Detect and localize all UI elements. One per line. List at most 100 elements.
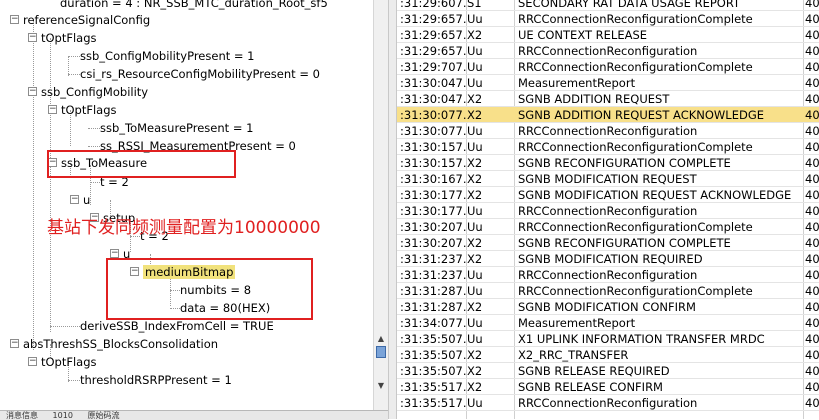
message-extra: 40: [805, 124, 819, 138]
tree-node[interactable]: − tOptFlags: [48, 102, 117, 118]
tree-node[interactable]: ssb_ConfigMobilityPresent = 1: [80, 48, 255, 64]
message-row[interactable]: :31:30:177...X2 SGNB MODIFICATION REQUEST…: [397, 187, 819, 203]
tree-node[interactable]: − tOptFlags: [28, 354, 97, 370]
collapse-toggle-icon[interactable]: −: [48, 105, 57, 114]
message-time: :31:31:237...: [400, 252, 466, 266]
message-time: :31:30:157...: [400, 156, 466, 170]
message-extra: 40: [805, 156, 819, 170]
message-row[interactable]: :31:35:517...X2 SGNB RELEASE CONFIRM 40: [397, 379, 819, 395]
tree-connector-line: [50, 92, 51, 332]
message-name: MeasurementReport: [518, 316, 636, 330]
tree-vertical-scrollbar[interactable]: ▲ ▼: [373, 0, 388, 410]
tree-node-label: ssb_ConfigMobility: [41, 85, 149, 99]
message-row[interactable]: :31:29:607...S1 SECONDARY RAT DATA USAGE …: [397, 0, 819, 11]
message-time: :31:30:047...: [400, 92, 466, 106]
collapse-toggle-icon[interactable]: −: [110, 249, 119, 258]
message-channel: S1: [467, 0, 482, 10]
message-channel: Uu: [467, 76, 483, 90]
collapse-toggle-icon[interactable]: −: [10, 15, 19, 24]
message-row[interactable]: :31:30:167...X2 SGNB MODIFICATION REQUEST…: [397, 171, 819, 187]
message-extra: 40: [805, 44, 819, 58]
collapse-toggle-icon[interactable]: −: [70, 195, 79, 204]
message-name: SECONDARY RAT DATA USAGE REPORT: [518, 0, 741, 10]
tree-node[interactable]: duration = 4 : NR_SSB_MTC_duration_Root_…: [60, 0, 328, 11]
message-row[interactable]: :31:31:237...X2 SGNB MODIFICATION REQUIRE…: [397, 251, 819, 267]
message-name: RRCConnectionReconfiguration: [518, 396, 698, 410]
message-channel: X2: [467, 172, 483, 186]
tree-node[interactable]: − u: [70, 192, 90, 208]
message-name: RRCConnectionReconfiguration: [518, 204, 698, 218]
message-name: SGNB ADDITION REQUEST ACKNOWLEDGE: [518, 108, 764, 122]
collapse-toggle-icon[interactable]: −: [28, 357, 37, 366]
message-row[interactable]: :31:35:507...X2 SGNB RELEASE REQUIRED 40: [397, 363, 819, 379]
message-time: :31:30:207...: [400, 236, 466, 250]
message-row[interactable]: :31:30:077...Uu RRCConnectionReconfigurat…: [397, 123, 819, 139]
message-extra: 40: [805, 220, 819, 234]
message-channel: Uu: [467, 284, 483, 298]
message-row[interactable]: :31:29:707...Uu RRCConnectionReconfigurat…: [397, 59, 819, 75]
message-row[interactable]: :31:31:287...Uu RRCConnectionReconfigurat…: [397, 283, 819, 299]
message-row[interactable]: :31:35:517...Uu RRCConnectionReconfigurat…: [397, 395, 819, 411]
tree-node[interactable]: − absThreshSS_BlocksConsolidation: [10, 336, 218, 352]
message-row[interactable]: :31:31:237...Uu RRCConnectionReconfigurat…: [397, 267, 819, 283]
tree-node[interactable]: − ssb_ConfigMobility: [28, 84, 148, 100]
tree-node[interactable]: − referenceSignalConfig: [10, 12, 150, 28]
message-channel: X2: [467, 348, 483, 362]
tree-node[interactable]: − tOptFlags: [28, 30, 97, 46]
scroll-down-arrow-icon[interactable]: ▼: [375, 380, 387, 392]
message-channel: X2: [467, 300, 483, 314]
message-time: :31:35:517...: [400, 396, 466, 410]
tree-node[interactable]: deriveSSB_IndexFromCell = TRUE: [80, 318, 274, 334]
collapse-toggle-icon[interactable]: −: [28, 33, 37, 42]
message-row[interactable]: :31:34:077...Uu MeasurementReport 40: [397, 315, 819, 331]
message-row[interactable]: :31:29:657...Uu RRCConnectionReconfigurat…: [397, 43, 819, 59]
panel-splitter[interactable]: [388, 0, 397, 419]
message-extra: 40: [805, 316, 819, 330]
highlight-box-medium-bitmap: [106, 258, 313, 320]
message-channel: X2: [467, 92, 483, 106]
message-name: SGNB MODIFICATION CONFIRM: [518, 300, 696, 314]
tree-node[interactable]: thresholdRSRPPresent = 1: [80, 372, 232, 388]
scroll-up-arrow-icon[interactable]: ▲: [375, 333, 387, 345]
message-time: :31:30:077...: [400, 108, 466, 122]
message-time: :31:30:077...: [400, 124, 466, 138]
message-time: :31:35:517...: [400, 380, 466, 394]
message-time: :31:30:167...: [400, 172, 466, 186]
scroll-thumb[interactable]: [376, 346, 386, 358]
message-row[interactable]: :31:30:157...Uu RRCConnectionReconfigurat…: [397, 139, 819, 155]
message-name: RRCConnectionReconfiguration: [518, 124, 698, 138]
message-row[interactable]: :31:29:657...Uu RRCConnectionReconfigurat…: [397, 11, 819, 27]
tree-connector-line: [88, 128, 100, 129]
message-name: RRCConnectionReconfigurationComplete: [518, 220, 753, 234]
message-name: RRCConnectionReconfigurationComplete: [518, 60, 753, 74]
message-time: :31:35:507...: [400, 348, 466, 362]
tree-node[interactable]: csi_rs_ResourceConfigMobilityPresent = 0: [80, 66, 320, 82]
message-row[interactable]: :31:30:207...X2 SGNB RECONFIGURATION COMP…: [397, 235, 819, 251]
tree-node[interactable]: ssb_ToMeasurePresent = 1: [100, 120, 253, 136]
message-row[interactable]: :31:31:287...X2 SGNB MODIFICATION CONFIRM…: [397, 299, 819, 315]
message-row[interactable]: :31:35:507...Uu X1 UPLINK INFORMATION TRA…: [397, 331, 819, 347]
message-row[interactable]: :31:35:507...X2 X2_RRC_TRANSFER 40: [397, 347, 819, 363]
message-row[interactable]: :31:30:177...Uu RRCConnectionReconfigurat…: [397, 203, 819, 219]
message-name: SGNB MODIFICATION REQUEST: [518, 172, 697, 186]
message-row[interactable]: :31:30:047...X2 SGNB ADDITION REQUEST 40: [397, 91, 819, 107]
annotation-text: 基站下发同频测量配置为10000000: [47, 218, 321, 238]
message-channel: Uu: [467, 44, 483, 58]
message-row[interactable]: :31:30:047...Uu MeasurementReport 40: [397, 75, 819, 91]
message-time: :31:30:157...: [400, 140, 466, 154]
message-channel: X2: [467, 252, 483, 266]
message-name: RRCConnectionReconfiguration: [518, 268, 698, 282]
highlight-box-ssb-to-measure: [47, 150, 236, 178]
message-row[interactable]: :31:30:157...X2 SGNB RECONFIGURATION COMP…: [397, 155, 819, 171]
message-row[interactable]: :31:30:077...X2 SGNB ADDITION REQUEST ACK…: [397, 107, 819, 123]
message-row[interactable]: :31:29:657...X2 UE CONTEXT RELEASE 40: [397, 27, 819, 43]
message-channel: X2: [467, 236, 483, 250]
collapse-toggle-icon[interactable]: −: [10, 339, 19, 348]
message-extra: 40: [805, 76, 819, 90]
message-time: :31:31:287...: [400, 284, 466, 298]
message-extra: 40: [805, 28, 819, 42]
collapse-toggle-icon[interactable]: −: [28, 87, 37, 96]
message-row[interactable]: :31:30:207...Uu RRCConnectionReconfigurat…: [397, 219, 819, 235]
message-channel: X2: [467, 380, 483, 394]
tree-connector-line: [68, 74, 80, 75]
